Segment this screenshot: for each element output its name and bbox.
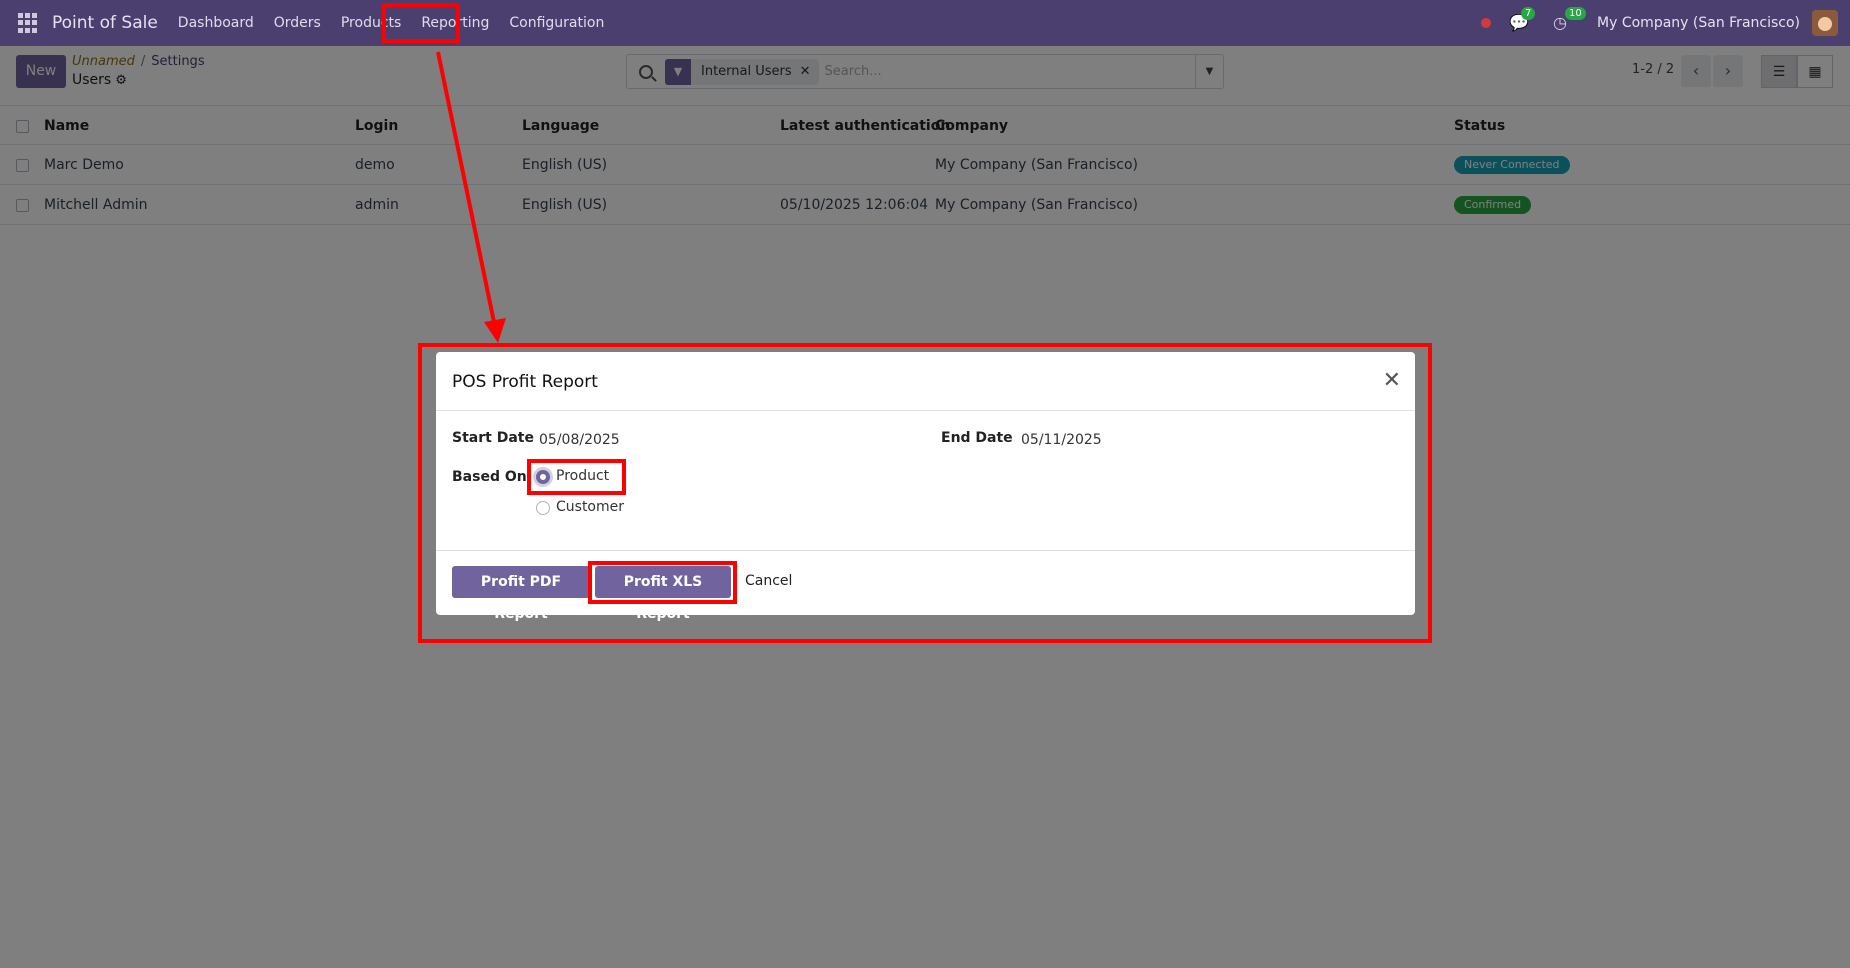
- annotation-arrow: [436, 51, 506, 343]
